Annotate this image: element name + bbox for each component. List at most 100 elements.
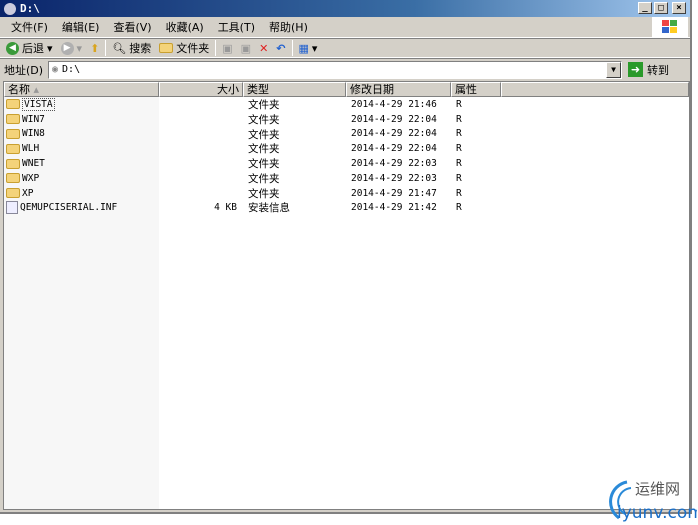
- address-bar: 地址(D) ◉ D:\ ▼ ➜ 转到: [0, 58, 690, 80]
- views-button[interactable]: ▦ ▾: [297, 42, 320, 55]
- toolbar: ◀ 后退 ▾ ▶ ▾ ⬆ 🔍︎ 搜索 文件夹 ▣ ▣ ✕ ↶ ▦ ▾: [0, 38, 690, 58]
- file-size: 4 KB: [214, 202, 237, 214]
- file-date: 2014-4-29 22:04: [351, 128, 437, 140]
- address-dropdown-button[interactable]: ▼: [606, 61, 621, 78]
- back-button[interactable]: ◀ 后退 ▾: [4, 40, 55, 56]
- column-attributes[interactable]: 属性: [451, 82, 501, 97]
- menu-file[interactable]: 文件(F): [4, 19, 55, 35]
- file-date: 2014-4-29 22:03: [351, 172, 437, 184]
- file-type: 文件夹: [248, 113, 280, 126]
- folder-icon: [159, 43, 174, 53]
- file-date: 2014-4-29 21:47: [351, 187, 437, 199]
- file-attributes: R: [456, 202, 462, 214]
- go-arrow-icon: ➜: [628, 62, 643, 77]
- folder-icon: [6, 128, 20, 139]
- file-attributes: R: [456, 128, 462, 140]
- menu-help[interactable]: 帮助(H): [262, 19, 315, 35]
- forward-button[interactable]: ▶ ▾: [59, 41, 85, 55]
- folder-icon: [6, 114, 20, 125]
- copy-to-button[interactable]: ▣: [239, 42, 253, 55]
- menu-bar: 文件(F) 编辑(E) 查看(V) 收藏(A) 工具(T) 帮助(H): [0, 17, 690, 38]
- file-name: WLH: [22, 143, 40, 155]
- address-input[interactable]: ◉ D:\ ▼: [48, 60, 622, 79]
- watermark-logo: 运维网 iyunv.com: [597, 474, 698, 523]
- file-row[interactable]: QEMUPCISERIAL.INF 4 KB 安装信息 2014-4-29 21:42…: [4, 201, 689, 216]
- drive-icon: [4, 2, 16, 15]
- go-button[interactable]: ➜ 转到: [628, 62, 669, 78]
- file-list: 名称 ▴ 大小 类型 修改日期 属性 VISTA 文件夹 2014-4-29 21:…: [3, 81, 690, 510]
- file-date: 2014-4-29 21:46: [351, 98, 437, 110]
- file-attributes: R: [456, 172, 462, 184]
- column-name[interactable]: 名称 ▴: [4, 82, 159, 97]
- separator: [291, 40, 293, 56]
- menu-edit[interactable]: 编辑(E): [55, 19, 107, 35]
- close-button[interactable]: ×: [672, 2, 686, 14]
- search-icon: 🔍︎: [112, 41, 127, 55]
- menu-favorites[interactable]: 收藏(A): [159, 19, 211, 35]
- back-label: 后退: [22, 42, 44, 55]
- file-row[interactable]: WXP 文件夹 2014-4-29 22:03 R: [4, 171, 689, 186]
- go-label: 转到: [647, 63, 669, 77]
- search-button[interactable]: 🔍︎ 搜索: [110, 40, 153, 56]
- menu-tools[interactable]: 工具(T): [211, 19, 262, 35]
- move-to-button[interactable]: ▣: [220, 42, 234, 55]
- dropdown-icon: ▾: [47, 41, 53, 55]
- file-name: QEMUPCISERIAL.INF: [20, 202, 118, 214]
- up-folder-button[interactable]: ⬆: [88, 42, 101, 55]
- address-label: 地址(D): [4, 63, 44, 77]
- file-row[interactable]: WIN8 文件夹 2014-4-29 22:04 R: [4, 127, 689, 142]
- file-row[interactable]: WNET 文件夹 2014-4-29 22:03 R: [4, 156, 689, 171]
- file-attributes: R: [456, 143, 462, 155]
- file-type: 文件夹: [248, 98, 280, 111]
- file-name: WXP: [22, 172, 40, 184]
- minimize-button[interactable]: _: [638, 2, 652, 14]
- back-arrow-icon: ◀: [6, 41, 19, 55]
- maximize-button[interactable]: □: [654, 2, 668, 14]
- file-name: WIN7: [22, 113, 45, 125]
- file-attributes: R: [456, 187, 462, 199]
- file-name: XP: [22, 187, 34, 199]
- column-date[interactable]: 修改日期: [346, 82, 451, 97]
- file-name: WNET: [22, 158, 45, 170]
- column-size[interactable]: 大小: [159, 82, 243, 97]
- column-header: 名称 ▴ 大小 类型 修改日期 属性: [4, 82, 689, 97]
- file-type: 文件夹: [248, 143, 280, 156]
- folder-icon: [6, 173, 20, 184]
- file-date: 2014-4-29 22:04: [351, 113, 437, 125]
- file-type: 文件夹: [248, 172, 280, 185]
- address-value: D:\: [62, 64, 81, 75]
- move-to-icon: ▣: [222, 41, 233, 55]
- dropdown-icon: ▾: [76, 41, 83, 55]
- file-icon: [6, 201, 18, 215]
- file-type: 文件夹: [248, 128, 280, 141]
- menu-view[interactable]: 查看(V): [106, 19, 158, 35]
- column-type[interactable]: 类型: [243, 82, 346, 97]
- file-row[interactable]: VISTA 文件夹 2014-4-29 21:46 R: [4, 97, 689, 112]
- svg-text:运维网: 运维网: [635, 480, 680, 498]
- file-name: VISTA: [22, 97, 55, 111]
- undo-icon: ↶: [276, 41, 286, 55]
- folders-button[interactable]: 文件夹: [157, 40, 211, 56]
- search-label: 搜索: [129, 42, 152, 55]
- file-row[interactable]: WLH 文件夹 2014-4-29 22:04 R: [4, 141, 689, 156]
- undo-button[interactable]: ↶: [274, 42, 287, 55]
- file-date: 2014-4-29 22:03: [351, 158, 437, 170]
- file-name: WIN8: [22, 128, 45, 140]
- separator: [215, 40, 217, 56]
- windows-logo-icon: [652, 17, 688, 37]
- file-row[interactable]: XP 文件夹 2014-4-29 21:47 R: [4, 186, 689, 201]
- folders-label: 文件夹: [176, 42, 210, 55]
- file-row[interactable]: WIN7 文件夹 2014-4-29 22:04 R: [4, 112, 689, 127]
- folder-icon: [6, 188, 20, 199]
- file-attributes: R: [456, 98, 462, 110]
- delete-button[interactable]: ✕: [257, 42, 270, 55]
- folder-icon: [6, 99, 20, 110]
- file-attributes: R: [456, 158, 462, 170]
- file-attributes: R: [456, 113, 462, 125]
- copy-to-icon: ▣: [240, 41, 252, 55]
- file-date: 2014-4-29 21:42: [351, 202, 437, 214]
- up-folder-icon: ⬆: [90, 41, 100, 55]
- folder-icon: [6, 158, 20, 169]
- file-type: 文件夹: [248, 158, 280, 171]
- drive-icon: ◉: [52, 64, 59, 75]
